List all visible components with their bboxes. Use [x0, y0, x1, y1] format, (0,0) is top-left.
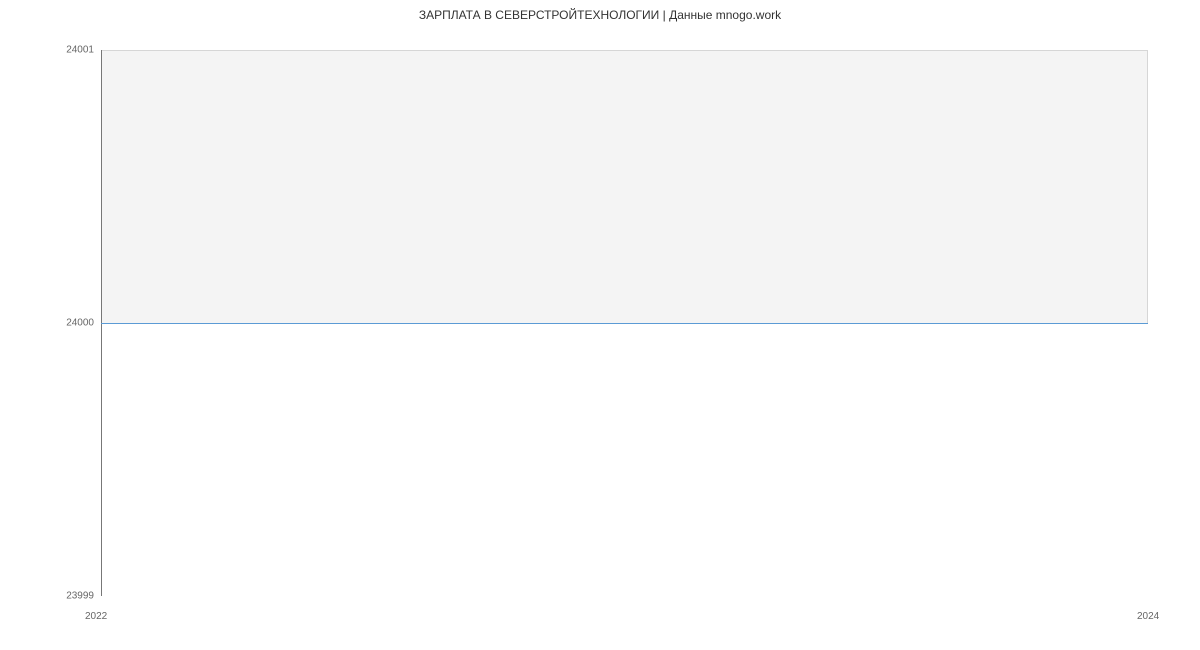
- data-line: [101, 323, 1148, 324]
- y-tick-label: 24001: [66, 45, 94, 56]
- plot-area: [101, 50, 1148, 596]
- y-tick-label: 24000: [66, 318, 94, 329]
- x-tick-label: 2024: [1137, 611, 1159, 622]
- y-tick-label: 23999: [66, 591, 94, 602]
- chart-title: ЗАРПЛАТА В СЕВЕРСТРОЙТЕХНОЛОГИИ | Данные…: [0, 8, 1200, 22]
- plot-background-upper: [101, 50, 1148, 323]
- x-tick-label: 2022: [85, 611, 107, 622]
- plot-background-lower: [101, 323, 1148, 596]
- salary-chart: ЗАРПЛАТА В СЕВЕРСТРОЙТЕХНОЛОГИИ | Данные…: [0, 0, 1200, 650]
